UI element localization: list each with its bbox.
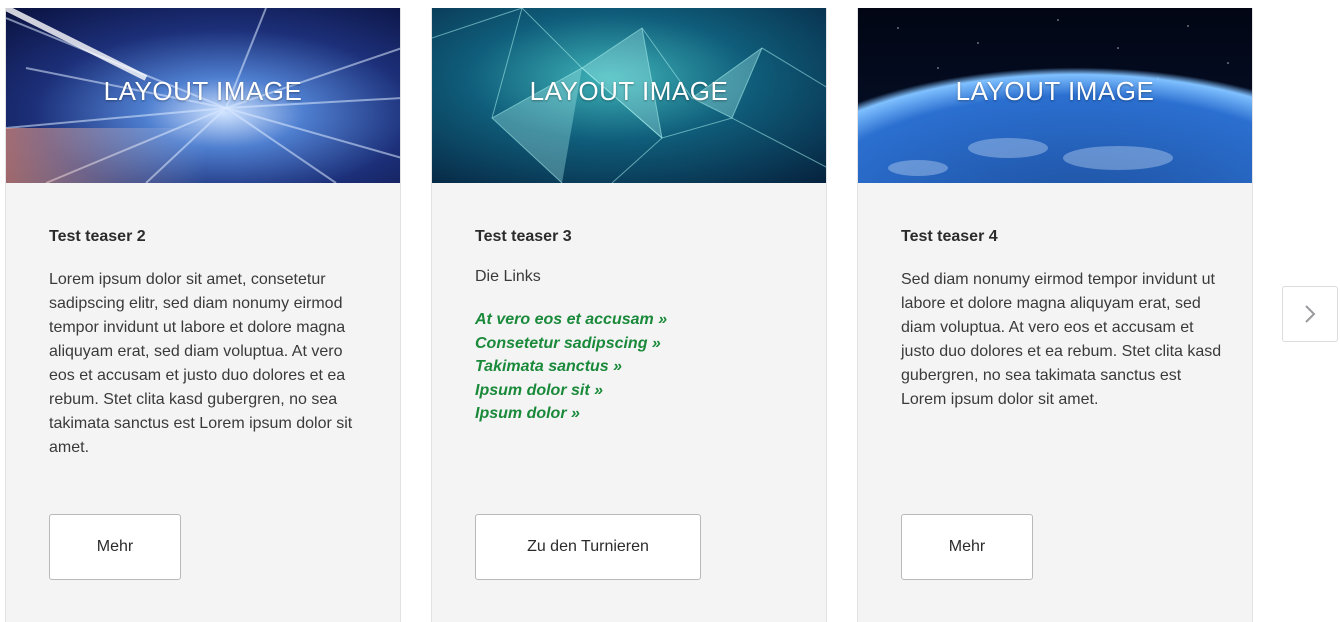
tournaments-button[interactable]: Zu den Turnieren (475, 514, 701, 580)
link-item[interactable]: Consetetur sadipscing » (475, 332, 796, 356)
links-intro: Die Links (475, 268, 541, 285)
layout-image-earth: LAYOUT IMAGE (858, 8, 1252, 183)
layout-image-network: LAYOUT IMAGE (432, 8, 826, 183)
teaser-title: Test teaser 3 (475, 228, 572, 245)
teaser-title: Test teaser 4 (901, 228, 998, 245)
teaser-card: LAYOUT IMAGE Test teaser 2 Lorem ipsum d… (5, 8, 401, 622)
link-item[interactable]: Takimata sanctus » (475, 355, 796, 379)
teaser-content: Test teaser 2 Lorem ipsum dolor sit amet… (49, 228, 370, 460)
chevron-right-icon (1305, 305, 1316, 323)
teaser-content: Test teaser 3 Die Links At vero eos et a… (475, 228, 796, 426)
layout-image-label: LAYOUT IMAGE (955, 76, 1155, 106)
link-item[interactable]: Ipsum dolor sit » (475, 379, 796, 403)
teaser-card: LAYOUT IMAGE Test teaser 4 Sed diam nonu… (857, 8, 1253, 622)
link-list: At vero eos et accusam » Consetetur sadi… (475, 308, 796, 426)
layout-image-label: LAYOUT IMAGE (103, 76, 303, 106)
teaser-text: Lorem ipsum dolor sit amet, consetetur s… (49, 271, 353, 456)
teaser-carousel: LAYOUT IMAGE Test teaser 2 Lorem ipsum d… (0, 0, 1340, 622)
carousel-next-button[interactable] (1282, 286, 1338, 342)
layout-image-light-speed: LAYOUT IMAGE (6, 8, 400, 183)
teaser-text: Sed diam nonumy eirmod tempor invidunt u… (901, 271, 1222, 408)
more-button[interactable]: Mehr (901, 514, 1033, 580)
link-item[interactable]: Ipsum dolor » (475, 402, 796, 426)
link-item[interactable]: At vero eos et accusam » (475, 308, 796, 332)
teaser-title: Test teaser 2 (49, 228, 146, 245)
teaser-content: Test teaser 4 Sed diam nonumy eirmod tem… (901, 228, 1222, 412)
teaser-card: LAYOUT IMAGE Test teaser 3 Die Links At … (431, 8, 827, 622)
layout-image-label: LAYOUT IMAGE (529, 76, 729, 106)
more-button[interactable]: Mehr (49, 514, 181, 580)
